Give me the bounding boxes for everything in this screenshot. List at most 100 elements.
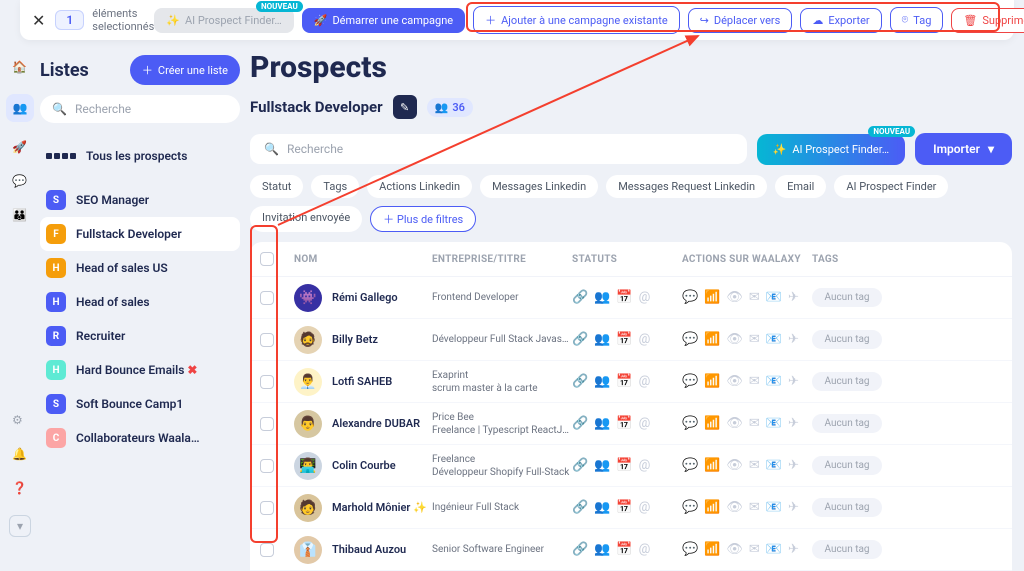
action-icons: 💬📶👁✉📧✈ bbox=[682, 332, 812, 347]
lists-sidebar: Listes ＋ Créer une liste 🔍 Recherche Tou… bbox=[40, 55, 240, 455]
tag-pill[interactable]: Aucun tag bbox=[812, 540, 882, 559]
tag-pill[interactable]: Aucun tag bbox=[812, 330, 882, 349]
row-checkbox[interactable] bbox=[260, 501, 274, 515]
row-checkbox[interactable] bbox=[260, 417, 274, 431]
sidebar-list-item[interactable]: CCollaborateurs Waala… bbox=[40, 421, 240, 455]
avatar: 👾 bbox=[294, 284, 322, 312]
status-icons: 🔗👥📅@ bbox=[572, 290, 682, 305]
filter-chip[interactable]: Actions Linkedin bbox=[367, 175, 472, 198]
list-label: Hard Bounce Emails ✖ bbox=[76, 363, 197, 377]
add-to-campaign-button[interactable]: ＋ Ajouter à une campagne existante bbox=[473, 6, 680, 34]
col-company: ENTREPRISE/TITRE bbox=[432, 254, 572, 265]
action-icons: 💬📶👁✉📧✈ bbox=[682, 500, 812, 515]
company-title: Senior Software Engineer bbox=[432, 543, 572, 556]
move-to-button[interactable]: ↪ Déplacer vers bbox=[688, 8, 793, 33]
start-campaign-button[interactable]: 🚀 Démarrer une campagne bbox=[302, 8, 465, 33]
list-label: Fullstack Developer bbox=[76, 227, 182, 241]
help-icon[interactable]: ❓ bbox=[12, 481, 28, 497]
notifications-icon[interactable]: 🔔 bbox=[12, 447, 28, 463]
main-search[interactable]: 🔍Recherche bbox=[250, 134, 747, 164]
prospect-count: 👥 36 bbox=[427, 98, 473, 117]
prospects-icon[interactable]: 👥 bbox=[6, 94, 34, 122]
sidebar-title: Listes bbox=[40, 60, 89, 81]
select-all-checkbox[interactable] bbox=[260, 252, 274, 266]
col-status: STATUTS bbox=[572, 254, 682, 265]
chat-icon[interactable]: 💬 bbox=[12, 174, 28, 190]
search-icon: 🔍 bbox=[52, 102, 67, 116]
row-checkbox[interactable] bbox=[260, 291, 274, 305]
row-checkbox[interactable] bbox=[260, 459, 274, 473]
row-checkbox[interactable] bbox=[260, 333, 274, 347]
row-checkbox[interactable] bbox=[260, 543, 274, 557]
avatar: 👨‍💻 bbox=[294, 452, 322, 480]
table-row[interactable]: 👔Thibaud AuzouSenior Software Engineer🔗👥… bbox=[250, 529, 1012, 571]
table-row[interactable]: 👨Alexandre DUBARPrice BeeFreelance | Typ… bbox=[250, 403, 1012, 445]
table-row[interactable]: 👾Rémi GallegoFrontend Developer🔗👥📅@💬📶👁✉📧… bbox=[250, 277, 1012, 319]
list-label: Head of sales US bbox=[76, 261, 168, 275]
status-icons: 🔗👥📅@ bbox=[572, 458, 682, 473]
ai-finder-button[interactable]: ✨ AI Prospect Finder… NOUVEAU bbox=[757, 134, 906, 165]
export-button[interactable]: ☁ Exporter bbox=[800, 8, 881, 33]
filter-chip[interactable]: AI Prospect Finder bbox=[834, 175, 948, 198]
all-prospects-item[interactable]: Tous les prospects bbox=[40, 141, 240, 171]
filter-chip[interactable]: Messages Request Linkedin bbox=[606, 175, 767, 198]
table-row[interactable]: 👨‍💻Colin CourbeFreelanceDéveloppeur Shop… bbox=[250, 445, 1012, 487]
filter-chip[interactable]: Email bbox=[775, 175, 826, 198]
list-icon: H bbox=[46, 292, 66, 312]
tag-pill[interactable]: Aucun tag bbox=[812, 456, 882, 475]
sidebar-list-item[interactable]: SSoft Bounce Camp1 bbox=[40, 387, 240, 421]
sidebar-list-item[interactable]: SSEO Manager bbox=[40, 183, 240, 217]
home-icon[interactable]: 🏠 bbox=[12, 60, 28, 76]
avatar: 👨 bbox=[294, 410, 322, 438]
row-checkbox[interactable] bbox=[260, 375, 274, 389]
close-icon[interactable]: ✕ bbox=[32, 11, 45, 30]
status-icons: 🔗👥📅@ bbox=[572, 500, 682, 515]
table-row[interactable]: 🧑Marhold Mônier ✨Ingénieur Full Stack🔗👥📅… bbox=[250, 487, 1012, 529]
list-icon: F bbox=[46, 224, 66, 244]
filter-chip[interactable]: Statut bbox=[250, 175, 303, 198]
action-icons: 💬📶👁✉📧✈ bbox=[682, 290, 812, 305]
company-title: Exaprintscrum master à la carte bbox=[432, 369, 572, 395]
list-icon: C bbox=[46, 428, 66, 448]
status-icons: 🔗👥📅@ bbox=[572, 542, 682, 557]
company-title: FreelanceDéveloppeur Shopify Full-Stack bbox=[432, 453, 572, 479]
sidebar-list-item[interactable]: HHard Bounce Emails ✖ bbox=[40, 353, 240, 387]
list-icon: S bbox=[46, 394, 66, 414]
more-filters-button[interactable]: ＋ Plus de filtres bbox=[370, 206, 476, 232]
list-icon: R bbox=[46, 326, 66, 346]
page-title: Prospects bbox=[250, 50, 1012, 85]
tag-pill[interactable]: Aucun tag bbox=[812, 288, 882, 307]
campaigns-icon[interactable]: 🚀 bbox=[12, 140, 28, 156]
new-badge: NOUVEAU bbox=[868, 126, 915, 137]
company-title: Price BeeFreelance | Typescript ReactJ… bbox=[432, 411, 572, 437]
prospect-name: Lotfi SAHEB bbox=[332, 375, 432, 388]
sidebar-list-item[interactable]: H Head of sales bbox=[40, 285, 240, 319]
edit-list-button[interactable]: ✎ bbox=[393, 95, 417, 119]
col-name: NOM bbox=[294, 254, 432, 265]
sidebar-list-item[interactable]: HHead of sales US bbox=[40, 251, 240, 285]
tag-pill[interactable]: Aucun tag bbox=[812, 498, 882, 517]
table-row[interactable]: 👨‍💼Lotfi SAHEBExaprintscrum master à la … bbox=[250, 361, 1012, 403]
tag-button[interactable]: ⌾ Tag bbox=[890, 7, 944, 33]
action-icons: 💬📶👁✉📧✈ bbox=[682, 416, 812, 431]
tag-pill[interactable]: Aucun tag bbox=[812, 414, 882, 433]
sidebar-search[interactable]: 🔍 Recherche bbox=[40, 95, 240, 123]
list-label: Head of sales bbox=[76, 295, 150, 309]
list-label: SEO Manager bbox=[76, 193, 149, 207]
collapse-icon[interactable]: ▾ bbox=[9, 515, 31, 537]
tag-pill[interactable]: Aucun tag bbox=[812, 372, 882, 391]
filter-chip[interactable]: Invitation envoyée bbox=[250, 206, 362, 232]
create-list-button[interactable]: ＋ Créer une liste bbox=[130, 55, 240, 85]
settings-icon[interactable]: ⚙ bbox=[12, 413, 28, 429]
delete-button[interactable]: 🗑 Supprimer bbox=[951, 8, 1024, 33]
import-button[interactable]: Importer ▾ bbox=[915, 133, 1012, 165]
table-row[interactable]: 🧔Billy BetzDéveloppeur Full Stack Javas…… bbox=[250, 319, 1012, 361]
sidebar-list-item[interactable]: F Fullstack Developer bbox=[40, 217, 240, 251]
team-icon[interactable]: 👪 bbox=[12, 208, 28, 224]
status-icons: 🔗👥📅@ bbox=[572, 416, 682, 431]
sidebar-list-item[interactable]: RRecruiter bbox=[40, 319, 240, 353]
filter-chip[interactable]: Messages Linkedin bbox=[480, 175, 598, 198]
selection-count: 1 bbox=[55, 10, 84, 30]
filter-chip[interactable]: Tags bbox=[311, 175, 359, 198]
nav-rail-bottom: ⚙ 🔔 ❓ ▾ bbox=[0, 403, 40, 537]
